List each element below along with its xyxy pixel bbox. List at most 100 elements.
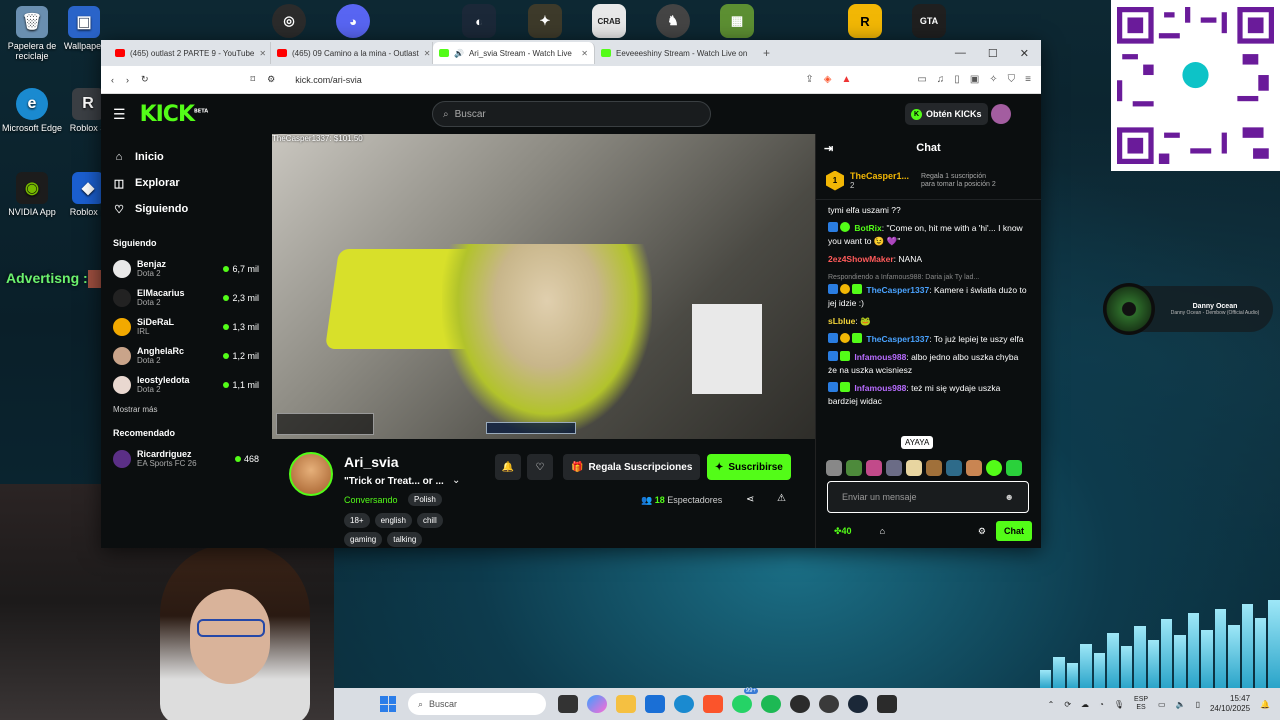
game-character-icon[interactable]: ♞: [656, 4, 690, 38]
message-user[interactable]: Infamous988: [854, 383, 906, 393]
emote-person[interactable]: [946, 460, 962, 476]
recommended-item[interactable]: Ricardriguez EA Sports FC 26 468: [113, 444, 259, 473]
obs-icon[interactable]: ◎: [272, 4, 306, 38]
microphone-icon[interactable]: 🎙: [1114, 700, 1124, 709]
kick-logo[interactable]: KICKBETA: [140, 102, 209, 127]
rockstar-icon[interactable]: R: [848, 4, 882, 38]
now-playing-widget[interactable]: Danny Ocean Danny Ocean - Dembow (Offici…: [1103, 283, 1273, 335]
send-chat-button[interactable]: Chat: [996, 521, 1032, 541]
back-icon[interactable]: ‹: [111, 75, 114, 85]
streamer-name[interactable]: Ari_svia: [344, 454, 398, 470]
wallet-icon[interactable]: ▣: [970, 74, 979, 85]
keyboard-language[interactable]: ESP ES: [1134, 696, 1148, 712]
url-field[interactable]: kick.com/ari-svia: [295, 75, 793, 85]
volume-icon[interactable]: 🔈: [1176, 700, 1186, 709]
ai-icon[interactable]: ✧: [989, 74, 997, 85]
search-input[interactable]: ⌕ Buscar: [432, 101, 711, 127]
download-icon[interactable]: [877, 695, 897, 713]
chevron-down-icon[interactable]: ⌄: [452, 475, 460, 486]
crab-game-icon[interactable]: CRAB: [592, 4, 626, 38]
message-user[interactable]: BotRix: [854, 223, 881, 233]
tag[interactable]: gaming: [344, 532, 383, 547]
follow-button[interactable]: ♡: [527, 454, 553, 480]
hamburger-menu-icon[interactable]: ☰: [113, 106, 126, 123]
desktop-icon-edge[interactable]: e Microsoft Edge: [0, 88, 64, 133]
task-view-icon[interactable]: [558, 695, 578, 713]
close-icon[interactable]: ✕: [581, 49, 588, 58]
menu-icon[interactable]: ≡: [1025, 74, 1031, 85]
close-window-button[interactable]: ✕: [1020, 47, 1029, 60]
emote-face[interactable]: [966, 460, 982, 476]
subscribe-button[interactable]: ✦ Suscribirse: [707, 454, 791, 480]
reload-icon[interactable]: ↻: [141, 74, 149, 85]
message-user[interactable]: TheCasper1337: [866, 285, 929, 295]
tab-youtube-1[interactable]: (465) outlast 2 PARTE 9 - YouTube ✕: [109, 42, 271, 64]
following-item[interactable]: SiDeRaL IRL 1,3 mil: [113, 312, 259, 341]
cloud-icon[interactable]: ☁: [1081, 700, 1089, 709]
collapse-chat-icon[interactable]: ⇥: [824, 142, 833, 155]
minimize-button[interactable]: —: [955, 47, 966, 60]
sync-icon[interactable]: ⟳: [1064, 700, 1071, 709]
language-tag[interactable]: Polish: [408, 493, 442, 506]
obs-icon[interactable]: [790, 695, 810, 713]
discord-icon[interactable]: ◕: [336, 4, 370, 38]
gta-icon[interactable]: GTA: [912, 4, 946, 38]
bookmark-icon[interactable]: ⌑: [251, 74, 256, 85]
close-icon[interactable]: ✕: [424, 49, 431, 58]
edge-icon[interactable]: [674, 695, 694, 713]
tag[interactable]: talking: [387, 532, 423, 547]
tag[interactable]: 18+: [344, 513, 370, 528]
emote-kick[interactable]: [1006, 460, 1022, 476]
taskbar-search[interactable]: ⌕ Buscar: [408, 693, 546, 715]
video-player[interactable]: TheCasper1337: $101.50: [272, 134, 815, 439]
chat-message-input[interactable]: Enviar un mensaje ☻: [827, 481, 1029, 513]
user-avatar[interactable]: [991, 104, 1011, 124]
message-user[interactable]: 2ez4ShowMaker: [828, 254, 894, 264]
spotify-icon[interactable]: [761, 695, 781, 713]
chevron-up-icon[interactable]: ⌃: [1048, 700, 1055, 709]
whatsapp-icon[interactable]: 99+: [732, 688, 758, 713]
steam-icon[interactable]: [848, 695, 868, 713]
emote-heart[interactable]: [866, 460, 882, 476]
site-info-icon[interactable]: ⚙: [267, 74, 275, 85]
game-icon[interactable]: ✦: [528, 4, 562, 38]
battery-icon[interactable]: ▯: [1196, 700, 1200, 709]
category-link[interactable]: Conversando: [344, 495, 398, 505]
nav-explorar[interactable]: ◫ Explorar: [113, 170, 259, 196]
store-icon[interactable]: [645, 695, 665, 713]
emote-ayaya[interactable]: [906, 460, 922, 476]
clock[interactable]: 15:47 24/10/2025: [1210, 694, 1250, 714]
new-tab-button[interactable]: +: [763, 46, 770, 60]
leaderboard-pinned[interactable]: 1 TheCasper1... 2 Regala 1 suscripción p…: [816, 162, 1041, 200]
streamer-avatar[interactable]: [289, 452, 333, 496]
brave-shield-icon[interactable]: ◈: [824, 74, 832, 85]
sidebar-toggle-icon[interactable]: ▭: [917, 74, 926, 85]
tab-youtube-2[interactable]: (465) 09 Camino a la mina - Outlast ✕: [271, 42, 433, 64]
following-item[interactable]: AnghelaRc Dota 2 1,2 mil: [113, 341, 259, 370]
gift-subs-button[interactable]: 🎁 Regala Suscripciones: [563, 454, 701, 480]
rewards-icon[interactable]: ▲: [841, 74, 851, 85]
desktop-icon-nvidia[interactable]: ◉ NVIDIA App: [0, 172, 64, 217]
share-icon[interactable]: ⋖: [746, 494, 754, 505]
nav-inicio[interactable]: ⌂ Inicio: [113, 144, 259, 170]
media-icon[interactable]: ♫: [937, 74, 945, 85]
panel-icon[interactable]: ▯: [954, 74, 960, 85]
close-icon[interactable]: ✕: [259, 49, 266, 58]
following-item[interactable]: Benjaz Dota 2 6,7 mil: [113, 254, 259, 283]
copilot-icon[interactable]: [587, 695, 607, 713]
audio-icon[interactable]: 🔊: [454, 49, 464, 58]
share-icon[interactable]: ⇪: [805, 74, 813, 85]
tag[interactable]: english: [374, 513, 412, 528]
message-user[interactable]: sLblue: [828, 316, 855, 326]
steam-icon[interactable]: ◐: [462, 4, 496, 38]
message-user[interactable]: TheCasper1337: [866, 334, 929, 344]
store-icon[interactable]: ⌂: [880, 526, 885, 536]
vpn-icon[interactable]: ⛉: [1008, 74, 1016, 85]
xbox-icon[interactable]: [819, 695, 839, 713]
emote-green[interactable]: [986, 460, 1002, 476]
following-item[interactable]: ElMacarius Dota 2 2,3 mil: [113, 283, 259, 312]
show-more-link[interactable]: Mostrar más: [113, 405, 259, 414]
notification-bell-button[interactable]: 🔔: [495, 454, 521, 480]
nav-siguiendo[interactable]: ♡ Siguiendo: [113, 196, 259, 222]
notifications-icon[interactable]: 🔔: [1260, 700, 1270, 709]
